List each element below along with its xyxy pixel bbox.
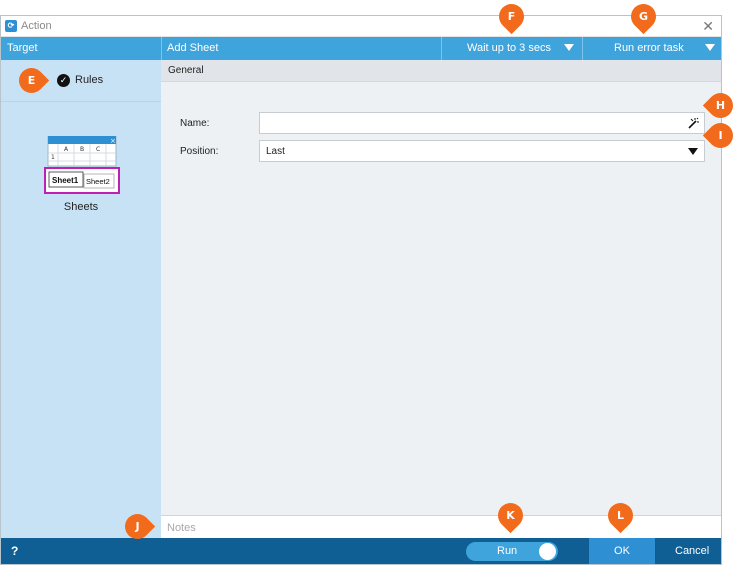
action-window: ⟳ Action ✕ Target Add Sheet Wait up to 3…	[0, 15, 722, 565]
run-toggle-knob[interactable]	[539, 543, 556, 560]
ok-button-label: OK	[614, 545, 630, 557]
help-button[interactable]: ?	[11, 544, 18, 558]
window-title: Action	[21, 20, 52, 32]
close-icon[interactable]: ✕	[702, 18, 714, 34]
svg-text:×: ×	[110, 137, 116, 145]
callout-h: H	[702, 87, 739, 124]
footer-bar: ? Run OK Cancel	[1, 538, 721, 564]
chevron-down-icon[interactable]	[688, 148, 698, 155]
thumb-col-c: C	[96, 146, 100, 153]
check-circle-icon: ✓	[57, 74, 70, 87]
magic-wand-icon[interactable]	[687, 117, 699, 129]
notes-field[interactable]: Notes	[161, 515, 721, 538]
sheets-thumbnail-icon[interactable]: × A B C 1 Sheet1 Sheet2	[44, 136, 120, 194]
target-pane: ✓ Rules × A B C 1 Sheet1 Sheet2 Sheets	[1, 60, 161, 538]
thumb-tab-sheet2: Sheet2	[86, 177, 110, 186]
general-section-label: General	[168, 65, 204, 76]
notes-placeholder: Notes	[167, 522, 196, 534]
toolbar-divider	[161, 37, 162, 60]
callout-j: J	[119, 508, 156, 545]
wait-dropdown-label: Wait up to 3 secs	[467, 42, 551, 54]
general-section-header[interactable]: General	[161, 60, 721, 82]
name-field[interactable]	[259, 112, 705, 134]
run-toggle[interactable]: Run	[466, 542, 558, 561]
position-select-value: Last	[266, 146, 285, 157]
callout-e: E	[13, 62, 50, 99]
thumb-col-b: B	[80, 146, 84, 153]
target-tab[interactable]: Target	[7, 42, 38, 54]
action-title: Add Sheet	[167, 42, 219, 54]
callout-i: I	[702, 117, 739, 154]
thumb-tab-sheet1: Sheet1	[52, 176, 79, 185]
error-dropdown-arrow-icon[interactable]	[705, 44, 715, 51]
position-select[interactable]: Last	[259, 140, 705, 162]
ok-button[interactable]: OK	[589, 538, 655, 564]
run-toggle-label: Run	[497, 545, 518, 557]
position-field-label: Position:	[180, 146, 219, 157]
error-dropdown-label: Run error task	[614, 42, 684, 54]
toolbar-separator	[582, 37, 583, 60]
toolbar-separator	[441, 37, 442, 60]
app-icon: ⟳	[5, 20, 17, 32]
title-bar: ⟳ Action ✕	[1, 16, 721, 37]
name-field-label: Name:	[180, 118, 210, 129]
cancel-button[interactable]: Cancel	[675, 545, 709, 557]
toolbar: Target Add Sheet Wait up to 3 secs Run e…	[1, 37, 721, 60]
callout-l: L	[602, 497, 639, 534]
rules-label: Rules	[75, 74, 104, 86]
thumb-row-1: 1	[51, 154, 55, 161]
sheets-label: Sheets	[63, 201, 99, 213]
wait-dropdown-arrow-icon[interactable]	[564, 44, 574, 51]
callout-k: K	[492, 497, 529, 534]
properties-pane: General Name: Position: Last	[161, 60, 721, 515]
